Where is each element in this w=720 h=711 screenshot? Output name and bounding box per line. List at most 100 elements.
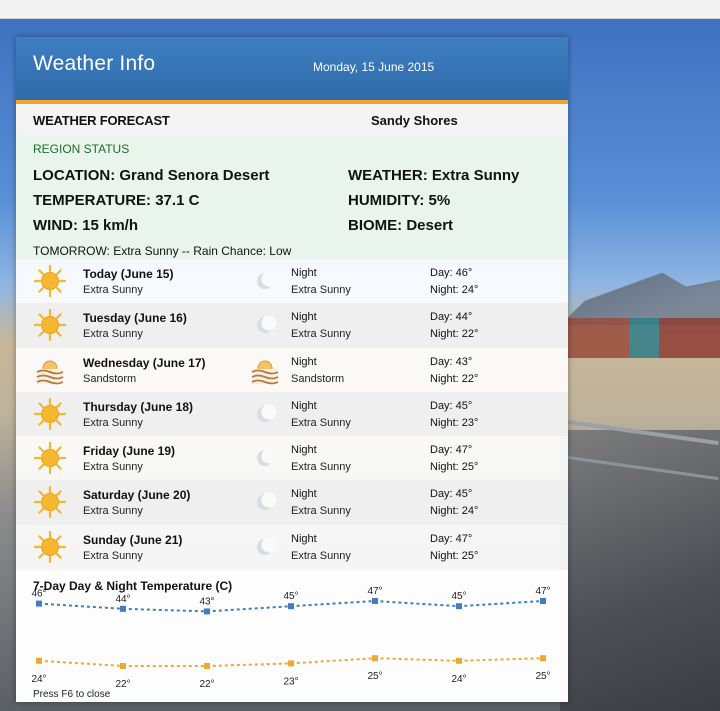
day-condition: Extra Sunny (83, 328, 143, 341)
day-temperature: Day: 44° (430, 311, 473, 324)
night-temperature: Night: 24° (430, 284, 479, 296)
data-point-series1-2 (204, 608, 210, 615)
data-point-series2-2 (204, 663, 210, 669)
night-temperature: Night: 22° (430, 372, 479, 385)
data-point-series2-0 (36, 657, 42, 664)
day-row: Today (June 15) Extra Sunny Night Extra Sun… (16, 259, 568, 303)
day-name: Tuesday (June 16) (83, 311, 187, 326)
data-label-series1-6: 47° (535, 586, 550, 597)
sun-icon (33, 309, 67, 342)
night-condition: Extra Sunny (291, 461, 351, 474)
day-name: Sunday (June 21) (83, 532, 183, 547)
data-label-series2-1: 22° (115, 679, 130, 690)
day-row: Wednesday (June 17) Sandstorm Night Sandsto… (16, 348, 568, 392)
day-temperature: Day: 47° (430, 532, 473, 545)
night-temperature: Night: 23° (430, 416, 479, 429)
forecast-place: Sandy Shores (371, 113, 458, 128)
night-temperature: Night: 25° (430, 549, 479, 562)
day-name: Saturday (June 20) (83, 488, 191, 503)
humidity-value: HUMIDITY: 5% (348, 192, 451, 209)
night-label: Night (291, 267, 317, 279)
moon-icon (249, 531, 281, 563)
day-condition: Extra Sunny (83, 461, 143, 474)
data-label-series2-0: 24° (31, 674, 46, 685)
sandstorm-icon (34, 354, 66, 386)
sun-icon (33, 397, 67, 430)
daily-forecast-list: Today (June 15) Extra Sunny Night Extra Sun… (16, 259, 568, 569)
day-row: Sunday (June 21) Extra Sunny Night Extra Su… (16, 525, 568, 569)
night-condition: Extra Sunny (291, 505, 351, 518)
day-condition: Extra Sunny (83, 284, 143, 296)
data-point-series2-3 (288, 660, 294, 667)
data-label-series1-3: 45° (283, 591, 298, 602)
night-temperature: Night: 25° (430, 461, 479, 474)
sun-icon (33, 530, 67, 563)
region-status-label: REGION STATUS (33, 142, 130, 156)
night-label: Night (291, 532, 317, 545)
day-temperature: Day: 43° (430, 355, 473, 368)
day-condition: Sandstorm (83, 372, 137, 385)
moon-icon (249, 442, 281, 474)
sun-icon (33, 442, 67, 475)
day-row: Saturday (June 20) Extra Sunny Night Extra … (16, 480, 568, 525)
data-point-series2-5 (456, 657, 462, 664)
night-label: Night (291, 444, 317, 457)
data-label-series2-4: 25° (367, 671, 382, 682)
night-temperature: Night: 24° (430, 505, 479, 518)
data-point-series2-4 (372, 655, 378, 662)
weather-value: WEATHER: Extra Sunny (348, 167, 520, 184)
tomorrow-forecast: TOMORROW: Extra Sunny -- Rain Chance: Lo… (33, 244, 292, 258)
data-point-series1-6 (540, 598, 546, 604)
sun-icon (33, 264, 67, 298)
data-point-series2-6 (540, 655, 546, 662)
day-row: Thursday (June 18) Extra Sunny Night Extra … (16, 391, 568, 437)
night-temperature: Night: 22° (430, 328, 479, 341)
moon-icon (249, 309, 281, 341)
day-temperature: Day: 45° (430, 488, 473, 501)
data-point-series1-1 (120, 605, 126, 612)
day-condition: Extra Sunny (83, 416, 143, 429)
region-status-section: REGION STATUS LOCATION: Grand Senora Des… (16, 135, 568, 259)
night-condition: Extra Sunny (291, 416, 351, 429)
day-condition: Extra Sunny (83, 505, 143, 518)
moon-icon (249, 265, 281, 297)
header-date: Monday, 15 June 2015 (313, 60, 435, 74)
data-label-series2-2: 22° (199, 679, 214, 690)
wind-value: WIND: 15 km/h (33, 217, 139, 234)
day-temperature: Day: 46° (430, 267, 473, 279)
day-name: Wednesday (June 17) (83, 355, 206, 370)
panel-title: Weather Info (33, 52, 156, 75)
data-point-series1-5 (456, 603, 462, 610)
data-label-series1-4: 47° (367, 586, 382, 597)
panel-header: Weather Info Monday, 15 June 2015 (16, 37, 568, 104)
moon-icon (249, 398, 281, 430)
chart-title: 7-Day Day & Night Temperature (C) (33, 579, 233, 593)
moon-icon (249, 486, 281, 518)
night-label: Night (291, 355, 317, 368)
forecast-label: WEATHER FORECAST (33, 113, 170, 128)
data-point-series1-4 (372, 598, 378, 604)
data-label-series2-6: 25° (535, 671, 550, 682)
temperature-value: TEMPERATURE: 37.1 C (33, 192, 200, 209)
data-point-series1-0 (36, 600, 42, 607)
background-containers (568, 318, 720, 358)
day-row: Tuesday (June 16) Extra Sunny Night Extra S… (16, 303, 568, 348)
day-name: Today (June 15) (83, 267, 174, 281)
sandstorm-icon (249, 354, 281, 386)
day-temperature: Day: 47° (430, 444, 473, 457)
close-hint: Press F6 to close (33, 689, 111, 700)
data-label-series2-3: 23° (283, 676, 298, 687)
temperature-chart: 46° 44° 43° 45° 47° 45° 47° 24° 22° 22° 23° 25° 24° 2… (16, 570, 568, 702)
night-condition: Sandstorm (291, 372, 345, 385)
day-condition: Extra Sunny (83, 549, 143, 562)
day-temperature: Day: 45° (430, 399, 473, 412)
data-label-series1-2: 43° (199, 596, 214, 607)
night-label: Night (291, 488, 317, 501)
day-row: Friday (June 19) Extra Sunny Night Extra Su… (16, 436, 568, 480)
night-label: Night (291, 311, 317, 324)
data-label-series1-5: 45° (451, 591, 466, 602)
night-label: Night (291, 399, 317, 412)
day-name: Thursday (June 18) (83, 399, 194, 414)
data-label-series2-5: 24° (451, 674, 466, 685)
data-label-series1-1: 44° (115, 594, 130, 605)
